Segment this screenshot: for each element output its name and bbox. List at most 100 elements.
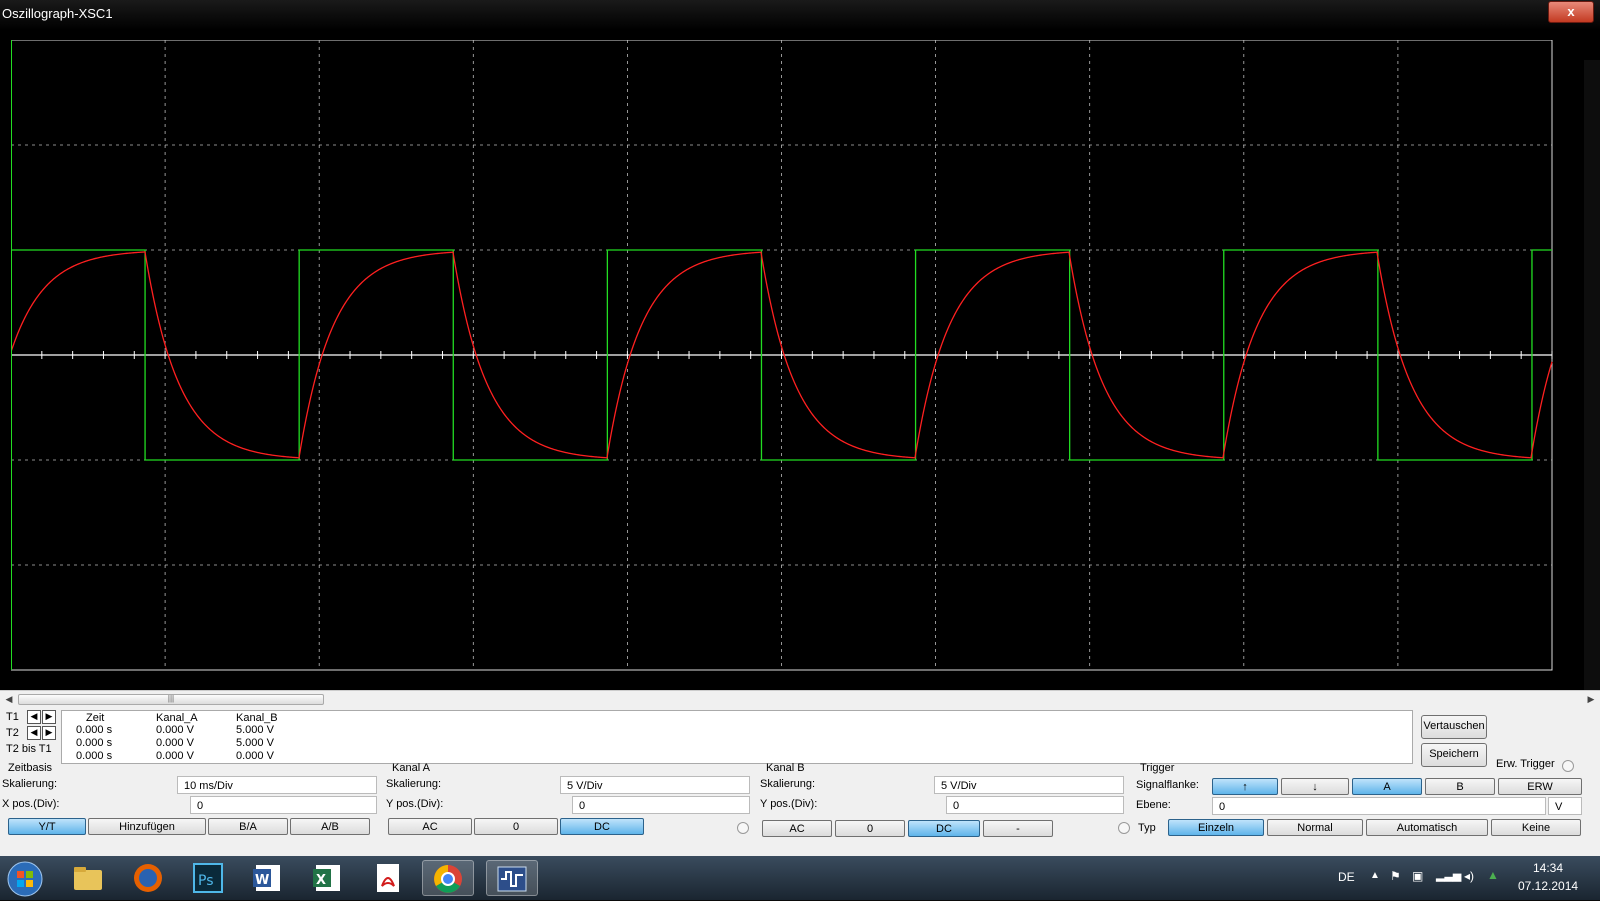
kanal-b-invert-button[interactable]: - (983, 820, 1053, 837)
save-button[interactable]: Speichern (1421, 743, 1487, 767)
acrobat-icon[interactable] (362, 860, 414, 896)
scroll-left-icon[interactable]: ◀ (2, 692, 16, 706)
trigger-single-button[interactable]: Einzeln (1168, 819, 1264, 836)
volume-icon[interactable]: ◂) (1464, 869, 1474, 883)
kanal-a-connector[interactable] (737, 822, 749, 834)
zeitbasis-scale-label: Skalierung: (2, 778, 58, 790)
kanal-b-scale-label: Skalierung: (760, 778, 816, 790)
network-device-icon[interactable]: ▣ (1412, 869, 1423, 883)
t2t1-kanal-a: 0.000 V (156, 750, 194, 762)
drive-icon[interactable]: ▲ (1487, 868, 1499, 882)
tray-date[interactable]: 07.12.2014 (1518, 879, 1578, 893)
swap-button[interactable]: Vertauschen (1421, 715, 1487, 739)
t1-right-icon[interactable]: ▶ (42, 710, 56, 724)
kanal-a-scale-input[interactable]: 5 V/Div (560, 776, 750, 794)
horizontal-scrollbar[interactable]: ◀ ||| ▶ (0, 690, 1600, 707)
measurement-readout: Zeit Kanal_A Kanal_B 0.000 s 0.000 V 5.0… (61, 710, 1413, 764)
tray-expand-icon[interactable]: ▲ (1370, 870, 1380, 881)
kanal-b-scale-input[interactable]: 5 V/Div (934, 776, 1124, 794)
zeitbasis-scale-input[interactable]: 10 ms/Div (177, 776, 377, 794)
explorer-icon[interactable] (62, 860, 114, 896)
oscilloscope-display (0, 30, 1600, 720)
svg-text:X: X (316, 873, 326, 888)
t2t1-zeit: 0.000 s (76, 750, 113, 762)
svg-text:Ps: Ps (198, 873, 214, 889)
signal-icon[interactable]: ▂▃▅ (1436, 869, 1461, 882)
trigger-auto-button[interactable]: Automatisch (1366, 819, 1488, 836)
t2-left-icon[interactable]: ◀ (27, 726, 41, 740)
close-button[interactable]: x (1548, 1, 1594, 23)
scroll-right-icon[interactable]: ▶ (1584, 692, 1598, 706)
kanal-b-dc-button[interactable]: DC (908, 820, 980, 837)
multisim-icon[interactable] (486, 860, 538, 896)
t1-label: T1 (6, 711, 19, 723)
right-strip (1584, 60, 1600, 720)
tray-language[interactable]: DE (1338, 870, 1355, 884)
ext-trigger-label: Erw. Trigger (1496, 758, 1555, 770)
trigger-source-b-button[interactable]: B (1425, 778, 1495, 795)
cursor-controls: T1 ◀ ▶ T2 ◀ ▶ T2 bis T1 (0, 710, 60, 770)
kanal-b-zero-button[interactable]: 0 (835, 820, 905, 837)
ext-trigger-connector[interactable] (1562, 760, 1574, 772)
trigger-edge-label: Signalflanke: (1136, 779, 1199, 791)
trigger-type-label: Typ (1138, 822, 1156, 834)
t1-left-icon[interactable]: ◀ (27, 710, 41, 724)
trigger-title: Trigger (1140, 762, 1175, 774)
tray-time[interactable]: 14:34 (1533, 861, 1563, 875)
kanal-a-ypos-label: Y pos.(Div): (386, 798, 444, 810)
trigger-level-unit[interactable]: V (1548, 797, 1582, 815)
ba-button[interactable]: B/A (208, 818, 288, 835)
add-button[interactable]: Hinzufügen (88, 818, 206, 835)
ab-button[interactable]: A/B (290, 818, 370, 835)
kanal-a-dc-button[interactable]: DC (560, 818, 644, 835)
t1-zeit: 0.000 s (76, 724, 113, 736)
scroll-thumb[interactable]: ||| (18, 694, 324, 705)
t1-kanal-b: 5.000 V (236, 724, 274, 736)
trigger-none-button[interactable]: Keine (1491, 819, 1581, 836)
control-panel: T1 ◀ ▶ T2 ◀ ▶ T2 bis T1 Zeit Kanal_A Kan… (0, 706, 1600, 856)
t2-zeit: 0.000 s (76, 737, 113, 749)
kanal-a-scale-label: Skalierung: (386, 778, 442, 790)
scope-screen (11, 40, 1553, 671)
kanal-a-ac-button[interactable]: AC (388, 818, 472, 835)
header-kanal-a: Kanal_A (156, 712, 198, 724)
trigger-source-ext-button[interactable]: ERW (1498, 778, 1582, 795)
photoshop-icon[interactable]: Ps (182, 860, 234, 896)
trigger-normal-button[interactable]: Normal (1267, 819, 1363, 836)
zeitbasis-title: Zeitbasis (8, 762, 53, 774)
firefox-icon[interactable] (122, 860, 174, 896)
header-kanal-b: Kanal_B (236, 712, 278, 724)
start-orb-icon[interactable] (2, 860, 48, 897)
zeitbasis-xpos-input[interactable]: 0 (190, 796, 377, 814)
trigger-level-label: Ebene: (1136, 799, 1171, 811)
t2-label: T2 (6, 727, 19, 739)
kanal-b-ypos-input[interactable]: 0 (946, 796, 1124, 814)
kanal-b-connector[interactable] (1118, 822, 1130, 834)
flag-icon[interactable]: ⚑ (1390, 869, 1401, 883)
taskbar: Ps W X DE ▲ ⚑ ▣ ▂▃▅ ◂) ▲ 14:34 07.12.201… (0, 856, 1600, 900)
zeitbasis-xpos-label: X pos.(Div): (2, 798, 60, 810)
window-title: Oszillograph-XSC1 (2, 6, 113, 21)
trigger-level-input[interactable]: 0 (1212, 797, 1546, 815)
trigger-source-a-button[interactable]: A (1352, 778, 1422, 795)
kanal-a-zero-button[interactable]: 0 (474, 818, 558, 835)
falling-edge-icon[interactable]: ↓ (1281, 778, 1349, 795)
t2-right-icon[interactable]: ▶ (42, 726, 56, 740)
t1-kanal-a: 0.000 V (156, 724, 194, 736)
kanal-a-title: Kanal A (392, 762, 430, 774)
word-icon[interactable]: W (242, 860, 294, 896)
header-zeit: Zeit (86, 712, 105, 724)
yt-button[interactable]: Y/T (8, 818, 86, 835)
rising-edge-icon[interactable]: ↑ (1212, 778, 1278, 795)
kanal-a-ypos-input[interactable]: 0 (572, 796, 750, 814)
title-bar: Oszillograph-XSC1 x (0, 0, 1600, 30)
t2-kanal-a: 0.000 V (156, 737, 194, 749)
kanal-b-title: Kanal B (766, 762, 805, 774)
kanal-b-ac-button[interactable]: AC (762, 820, 832, 837)
t2-t1-label: T2 bis T1 (6, 743, 52, 755)
svg-text:W: W (255, 873, 269, 888)
t2t1-kanal-b: 0.000 V (236, 750, 274, 762)
kanal-b-ypos-label: Y pos.(Div): (760, 798, 818, 810)
excel-icon[interactable]: X (302, 860, 354, 896)
chrome-icon[interactable] (422, 860, 474, 896)
